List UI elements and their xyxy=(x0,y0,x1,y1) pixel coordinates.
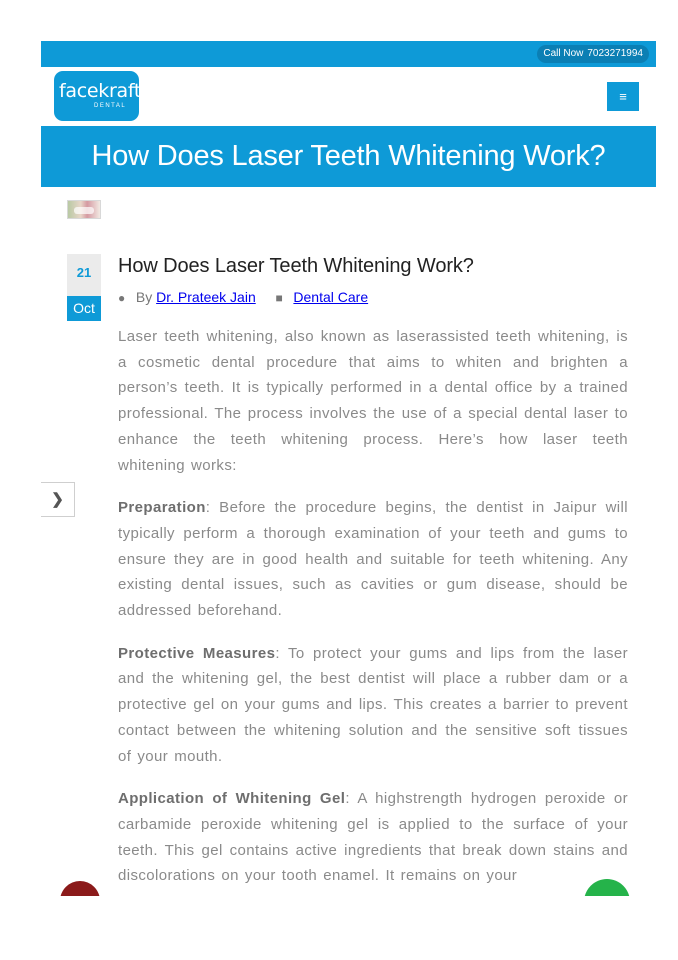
top-bar: Call Now 7023271994 xyxy=(41,41,656,67)
section-heading: Application of Whitening Gel xyxy=(118,790,346,808)
section-heading: Protective Measures xyxy=(118,644,276,662)
call-now-label: Call Now xyxy=(543,48,584,59)
logo-subtext: DENTAL xyxy=(94,103,127,109)
post-title: How Does Laser Teeth Whitening Work? xyxy=(118,255,474,277)
hamburger-menu-button[interactable]: ≡ xyxy=(607,82,639,111)
section-text: : Before the procedure begins, the denti… xyxy=(118,499,628,620)
featured-image-thumbnail[interactable] xyxy=(67,200,101,219)
folder-icon: ■ xyxy=(275,291,283,305)
post-date-month: Oct xyxy=(67,296,101,321)
facekraft-logo[interactable]: facekraft DENTAL xyxy=(54,71,142,121)
by-label: By xyxy=(135,289,153,305)
section-paragraph: Protective Measures: To protect your gum… xyxy=(118,641,628,770)
next-arrow-button[interactable]: ❯ xyxy=(41,482,75,517)
intro-paragraph: Laser teeth whitening, also known as las… xyxy=(118,328,628,474)
menu-icon: ≡ xyxy=(619,89,627,104)
call-now-button[interactable]: Call Now 7023271994 xyxy=(537,45,649,63)
phone-number: 7023271994 xyxy=(587,48,643,59)
chevron-right-icon: ❯ xyxy=(51,491,64,508)
section-text: : To protect your gums and lips from the… xyxy=(118,644,628,765)
floating-action-button-left[interactable] xyxy=(60,881,100,896)
logo-text: facekraft xyxy=(59,80,142,102)
post-content: How Does Laser Teeth Whitening Work? ● B… xyxy=(118,253,628,889)
author-link[interactable]: Dr. Prateek Jain xyxy=(156,289,256,305)
site-header: facekraft DENTAL ≡ xyxy=(41,67,656,126)
category-link[interactable]: Dental Care xyxy=(293,289,368,305)
section-heading: Preparation xyxy=(118,499,206,517)
user-icon: ● xyxy=(118,291,126,305)
page-banner: How Does Laser Teeth Whitening Work? xyxy=(41,126,656,187)
post-date-day: 21 xyxy=(67,254,101,296)
section-paragraph: Application of Whitening Gel: A highstre… xyxy=(118,786,628,889)
page-frame: Call Now 7023271994 facekraft DENTAL ≡ Ho… xyxy=(41,41,656,896)
post-meta: ● By Dr. Prateek Jain ■ Dental Care xyxy=(118,288,628,307)
section-paragraph: Preparation: Before the procedure begins… xyxy=(118,495,628,624)
page-title: How Does Laser Teeth Whitening Work? xyxy=(91,140,606,172)
